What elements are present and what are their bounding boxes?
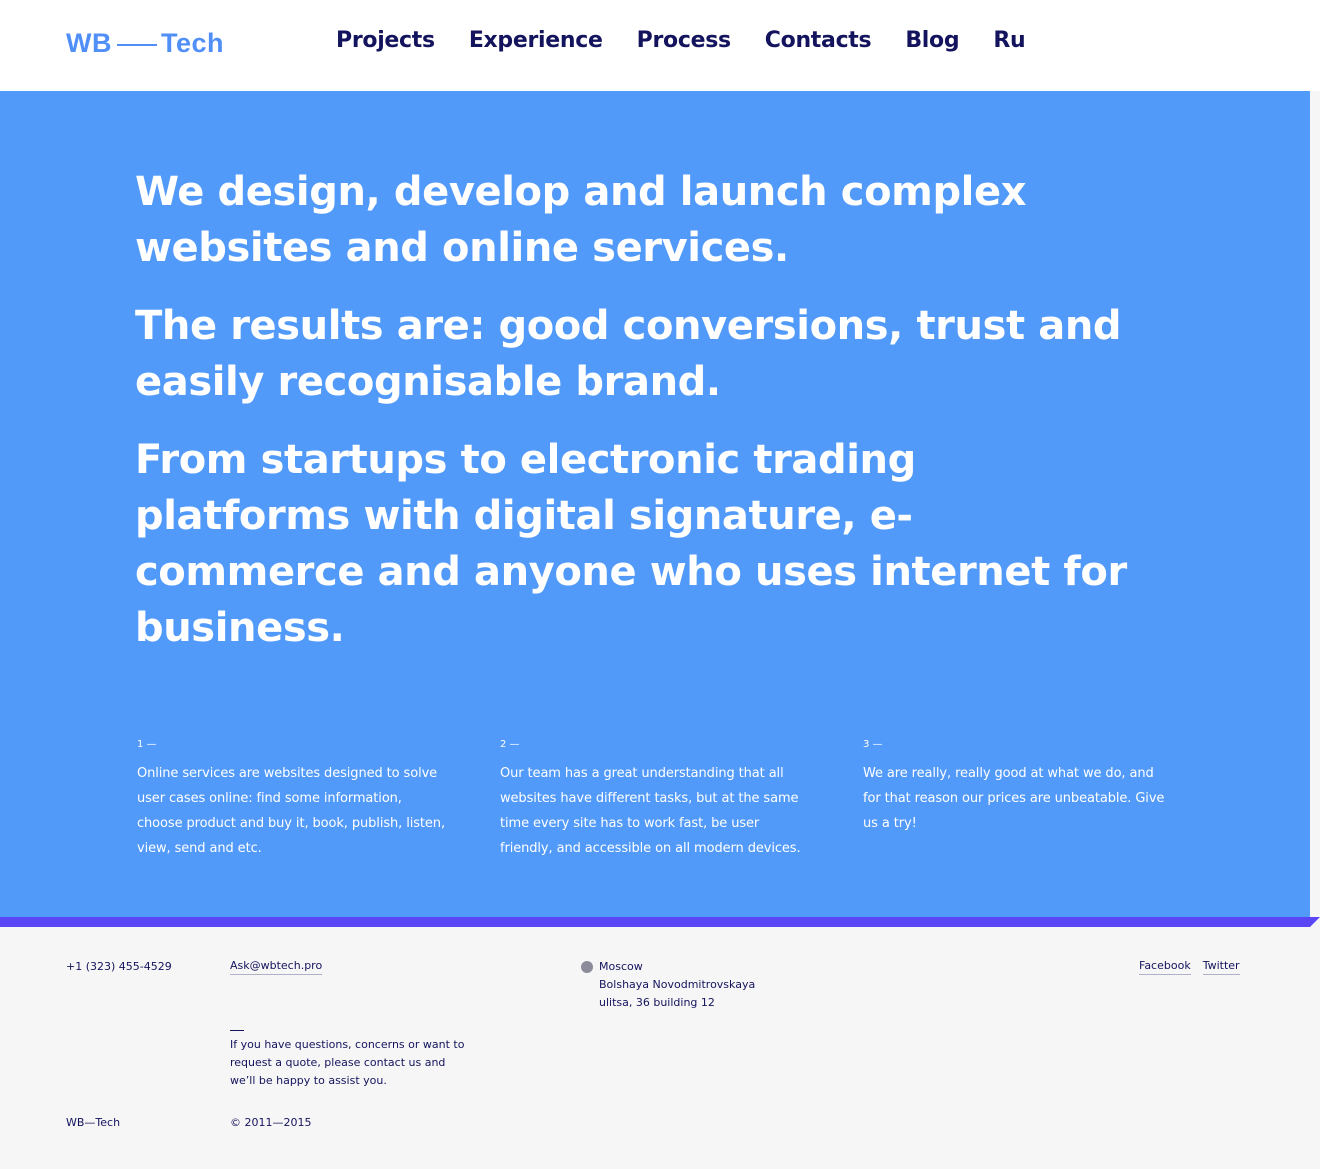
facebook-link[interactable]: Facebook <box>1139 958 1191 975</box>
feature-3: 3 — We are really, really good at what w… <box>863 738 1173 836</box>
logo[interactable]: WB Tech <box>66 28 224 59</box>
nav-language-switch[interactable]: Ru <box>993 28 1025 53</box>
site-footer: +1 (323) 455-4529 Ask@wbtech.pro Moscow … <box>0 927 1320 1169</box>
feature-text: Online services are websites designed to… <box>137 766 445 856</box>
phone-link[interactable]: +1 (323) 455-4529 <box>66 958 172 976</box>
feature-text: Our team has a great understanding that … <box>500 766 801 856</box>
address-city: Moscow <box>599 960 643 973</box>
address: Moscow Bolshaya Novodmitrovskaya ulitsa,… <box>599 958 799 1012</box>
feature-2: 2 — Our team has a great understanding t… <box>500 738 810 861</box>
email-link[interactable]: Ask@wbtech.pro <box>230 958 323 975</box>
accent-stripe-tip <box>1310 917 1320 927</box>
hero-section: We design, develop and launch complex we… <box>0 91 1310 917</box>
questions-text: If you have questions, concerns or want … <box>230 1038 465 1087</box>
nav-process[interactable]: Process <box>637 28 731 53</box>
hero-headline-3: From startups to electronic trading plat… <box>135 437 1127 651</box>
main-nav: Projects Experience Process Contacts Blo… <box>336 28 1026 53</box>
feature-1: 1 — Online services are websites designe… <box>137 738 447 861</box>
logo-text-left: WB <box>66 28 112 58</box>
hero-headline-1: We design, develop and launch complex we… <box>135 169 1027 271</box>
address-street: Bolshaya Novodmitrovskaya <box>599 978 756 991</box>
logo-dash <box>116 43 157 46</box>
hero-headline-2: The results are: good conversions, trust… <box>135 303 1122 405</box>
copyright: © 2011—2015 <box>230 1116 312 1129</box>
location-pin-icon <box>581 961 593 973</box>
feature-number: 2 — <box>500 739 520 750</box>
logo-text-right: Tech <box>160 28 224 58</box>
twitter-link[interactable]: Twitter <box>1202 958 1240 975</box>
footer-brand: WB—Tech <box>66 1116 121 1129</box>
feature-number: 3 — <box>863 739 883 750</box>
address-building: ulitsa, 36 building 12 <box>599 996 715 1009</box>
site-header: WB Tech Projects Experience Process Cont… <box>0 0 1320 91</box>
nav-projects[interactable]: Projects <box>336 28 435 53</box>
questions-dash <box>230 1030 244 1031</box>
feature-number: 1 — <box>137 739 157 750</box>
nav-contacts[interactable]: Contacts <box>765 28 872 53</box>
social-links: Facebook Twitter <box>1139 958 1240 975</box>
nav-blog[interactable]: Blog <box>905 28 959 53</box>
nav-experience[interactable]: Experience <box>469 28 603 53</box>
accent-stripe <box>0 917 1310 927</box>
feature-text: We are really, really good at what we do… <box>863 766 1165 831</box>
